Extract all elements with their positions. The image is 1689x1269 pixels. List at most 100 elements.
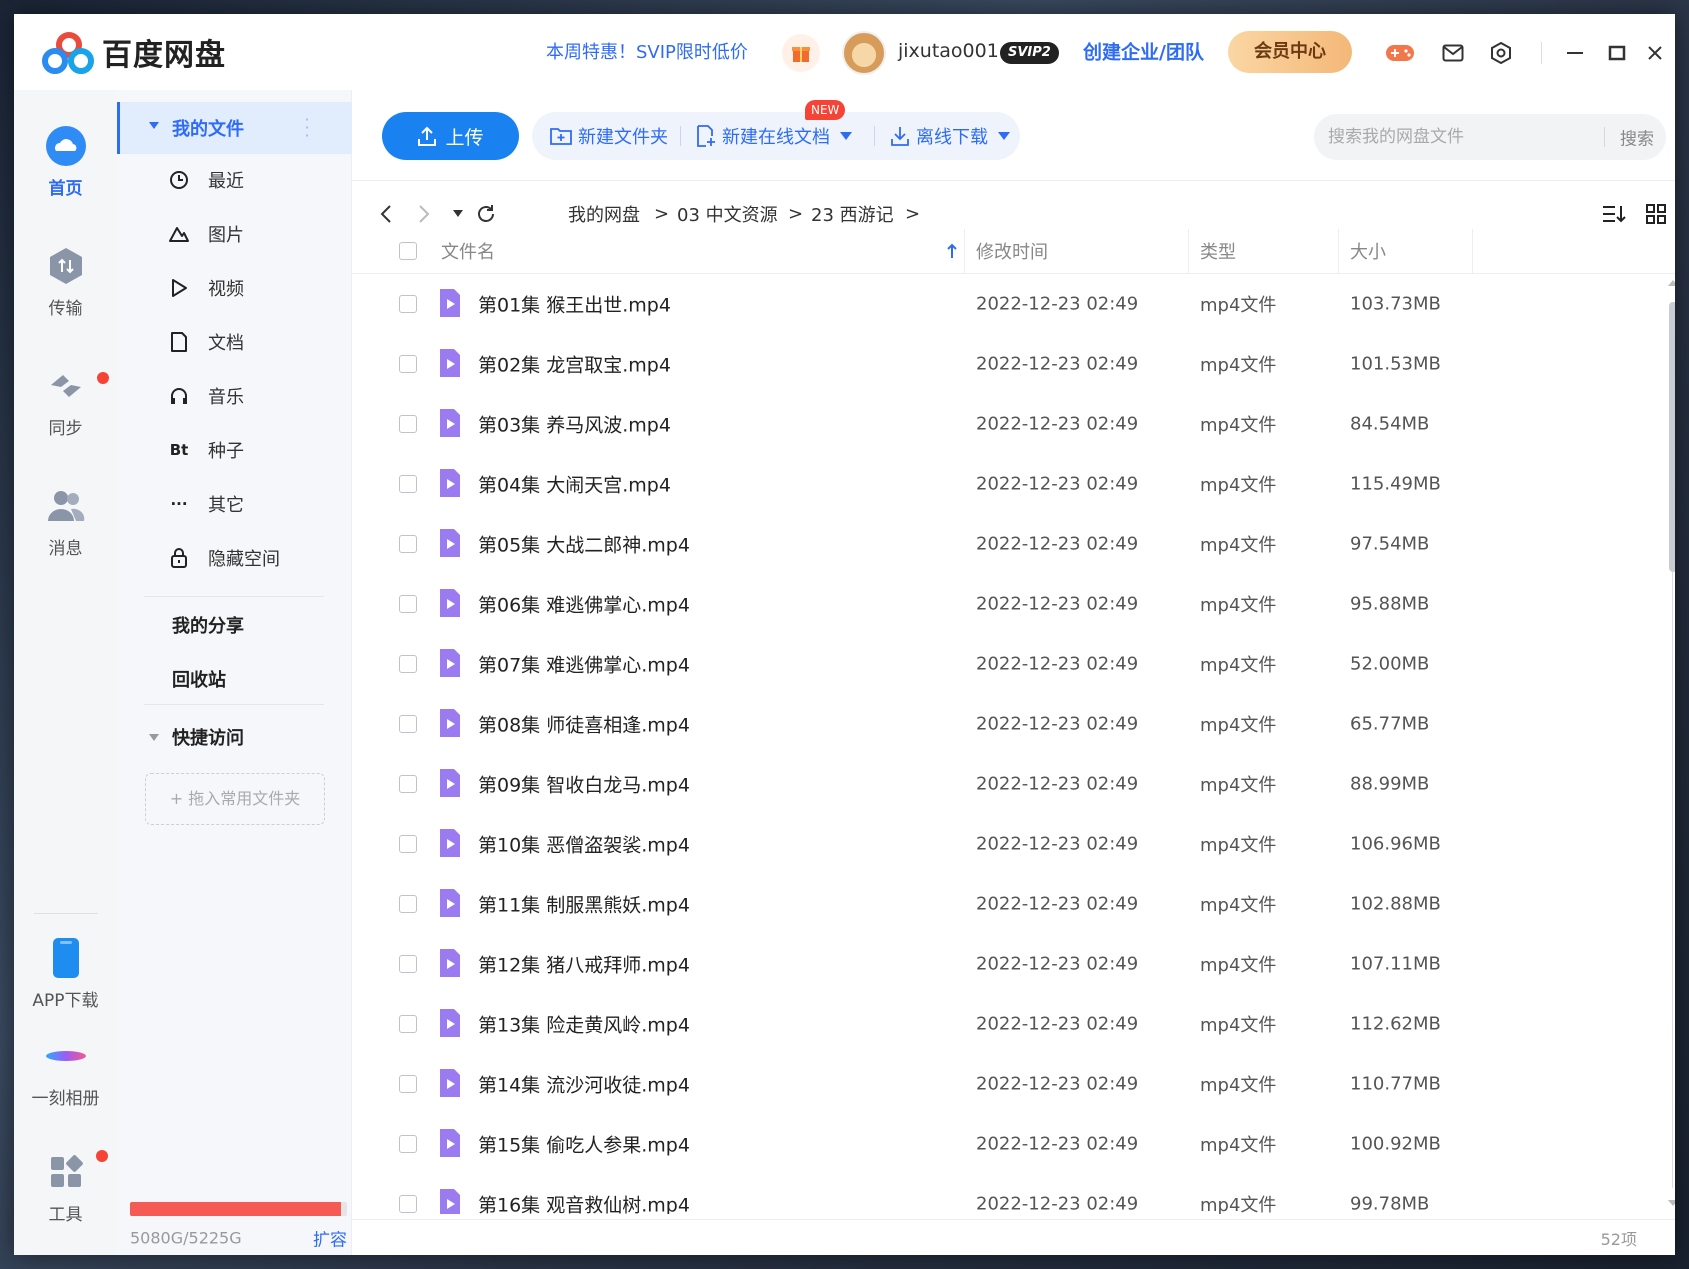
file-name[interactable]: 第03集 养马风波.mp4 xyxy=(478,411,671,438)
scroll-up-icon[interactable] xyxy=(1668,280,1675,286)
table-row[interactable]: 第10集 恶僧盗袈裟.mp4 2022-12-23 02:49 mp4文件 106.9… xyxy=(352,814,1652,874)
column-divider[interactable] xyxy=(1472,229,1473,274)
table-row[interactable]: 第08集 师徒喜相逢.mp4 2022-12-23 02:49 mp4文件 65.77… xyxy=(352,694,1652,754)
breadcrumb-root[interactable]: 我的网盘 xyxy=(568,201,640,227)
grid-view-icon[interactable] xyxy=(1642,200,1670,228)
offline-download-button[interactable]: 离线下载 xyxy=(890,112,1010,160)
table-row[interactable]: 第09集 智收白龙马.mp4 2022-12-23 02:49 mp4文件 88.99… xyxy=(352,754,1652,814)
file-name[interactable]: 第08集 师徒喜相逢.mp4 xyxy=(478,711,690,738)
sidebar-item-music[interactable]: 音乐 xyxy=(117,376,352,416)
file-name[interactable]: 第10集 恶僧盗袈裟.mp4 xyxy=(478,831,690,858)
row-checkbox[interactable] xyxy=(399,895,417,913)
row-checkbox[interactable] xyxy=(399,355,417,373)
promo-link[interactable]: 本周特惠！SVIP限时低价 xyxy=(546,38,748,64)
table-row[interactable]: 第12集 猪八戒拜师.mp4 2022-12-23 02:49 mp4文件 107.1… xyxy=(352,934,1652,994)
file-name[interactable]: 第09集 智收白龙马.mp4 xyxy=(478,771,690,798)
table-row[interactable]: 第04集 大闹天宫.mp4 2022-12-23 02:49 mp4文件 115.49… xyxy=(352,454,1652,514)
quick-access-caret-icon[interactable] xyxy=(149,734,159,741)
row-checkbox[interactable] xyxy=(399,415,417,433)
sidebar-my-share[interactable]: 我的分享 xyxy=(172,612,244,638)
sidebar-recycle-bin[interactable]: 回收站 xyxy=(172,666,226,692)
row-checkbox[interactable] xyxy=(399,655,417,673)
scrollbar-thumb[interactable] xyxy=(1669,302,1675,572)
column-header-time[interactable]: 修改时间 xyxy=(976,238,1048,264)
sidebar-item-other[interactable]: ··· 其它 xyxy=(117,484,352,524)
table-row[interactable]: 第16集 观音救仙树.mp4 2022-12-23 02:49 mp4文件 99.78… xyxy=(352,1174,1652,1214)
row-checkbox[interactable] xyxy=(399,715,417,733)
scrollbar-track[interactable] xyxy=(1672,572,1673,1188)
row-checkbox[interactable] xyxy=(399,1135,417,1153)
file-name[interactable]: 第15集 偷吃人参果.mp4 xyxy=(478,1131,690,1158)
sidebar-item-documents[interactable]: 文档 xyxy=(117,322,352,362)
collapse-caret-icon[interactable] xyxy=(149,122,159,129)
table-row[interactable]: 第11集 制服黑熊妖.mp4 2022-12-23 02:49 mp4文件 102.8… xyxy=(352,874,1652,934)
sidebar-item-torrent[interactable]: Bt 种子 xyxy=(117,430,352,470)
sidebar-my-files[interactable]: 我的文件 · · · xyxy=(117,102,352,154)
row-checkbox[interactable] xyxy=(399,475,417,493)
column-header-type[interactable]: 类型 xyxy=(1200,238,1236,264)
sidebar-item-hidden-space[interactable]: 隐藏空间 xyxy=(117,538,352,578)
breadcrumb-item[interactable]: 03 中文资源 xyxy=(677,201,778,227)
scroll-down-icon[interactable] xyxy=(1668,1200,1675,1206)
close-icon[interactable] xyxy=(1640,38,1670,68)
maximize-icon[interactable] xyxy=(1602,38,1632,68)
row-checkbox[interactable] xyxy=(399,1195,417,1213)
username[interactable]: jixutao001 xyxy=(898,40,999,62)
row-checkbox[interactable] xyxy=(399,1015,417,1033)
create-enterprise-link[interactable]: 创建企业/团队 xyxy=(1083,38,1204,65)
search-input[interactable] xyxy=(1328,114,1598,160)
sort-ascending-icon[interactable] xyxy=(942,241,962,261)
table-row[interactable]: 第02集 龙宫取宝.mp4 2022-12-23 02:49 mp4文件 101.53… xyxy=(352,334,1652,394)
column-divider[interactable] xyxy=(1188,229,1189,274)
vip-center-button[interactable]: 会员中心 xyxy=(1228,31,1352,73)
file-name[interactable]: 第01集 猴王出世.mp4 xyxy=(478,291,671,318)
file-name[interactable]: 第05集 大战二郎神.mp4 xyxy=(478,531,690,558)
table-row[interactable]: 第05集 大战二郎神.mp4 2022-12-23 02:49 mp4文件 97.54… xyxy=(352,514,1652,574)
minimize-icon[interactable] xyxy=(1560,38,1590,68)
refresh-icon[interactable] xyxy=(472,200,500,228)
row-checkbox[interactable] xyxy=(399,775,417,793)
sidebar-quick-access[interactable]: 快捷访问 xyxy=(172,724,244,750)
nav-messages[interactable]: 消息 xyxy=(14,484,117,559)
nav-transfer[interactable]: 传输 xyxy=(14,244,117,319)
file-name[interactable]: 第12集 猪八戒拜师.mp4 xyxy=(478,951,690,978)
table-row[interactable]: 第15集 偷吃人参果.mp4 2022-12-23 02:49 mp4文件 100.9… xyxy=(352,1114,1652,1174)
table-row[interactable]: 第13集 险走黄风岭.mp4 2022-12-23 02:49 mp4文件 112.6… xyxy=(352,994,1652,1054)
column-header-size[interactable]: 大小 xyxy=(1350,238,1386,264)
row-checkbox[interactable] xyxy=(399,835,417,853)
history-dropdown-icon[interactable] xyxy=(444,200,472,228)
file-name[interactable]: 第16集 观音救仙树.mp4 xyxy=(478,1191,690,1215)
forward-icon[interactable] xyxy=(410,200,438,228)
nav-album[interactable]: 一刻相册 xyxy=(14,1034,117,1109)
file-name[interactable]: 第04集 大闹天宫.mp4 xyxy=(478,471,671,498)
file-name[interactable]: 第14集 流沙河收徒.mp4 xyxy=(478,1071,690,1098)
mail-icon[interactable] xyxy=(1438,38,1468,68)
select-all-checkbox[interactable] xyxy=(399,242,417,260)
sort-icon[interactable] xyxy=(1600,200,1628,228)
more-vertical-icon[interactable]: · · · xyxy=(304,112,310,144)
breadcrumb-current[interactable]: 23 西游记 xyxy=(811,201,894,227)
back-icon[interactable] xyxy=(372,200,400,228)
drop-folder-zone[interactable]: + 拖入常用文件夹 xyxy=(145,773,325,825)
new-folder-button[interactable]: 新建文件夹 xyxy=(550,112,668,160)
row-checkbox[interactable] xyxy=(399,535,417,553)
nav-home[interactable]: 首页 xyxy=(14,124,117,199)
column-divider[interactable] xyxy=(964,229,965,274)
table-row[interactable]: 第06集 难逃佛掌心.mp4 2022-12-23 02:49 mp4文件 95.88… xyxy=(352,574,1652,634)
row-checkbox[interactable] xyxy=(399,955,417,973)
sidebar-item-images[interactable]: 图片 xyxy=(117,214,352,254)
file-name[interactable]: 第11集 制服黑熊妖.mp4 xyxy=(478,891,690,918)
expand-storage-link[interactable]: 扩容 xyxy=(313,1226,347,1251)
gift-icon[interactable] xyxy=(782,34,820,72)
search-button[interactable]: 搜索 xyxy=(1614,125,1660,150)
upload-button[interactable]: 上传 xyxy=(382,112,519,160)
sidebar-item-videos[interactable]: 视频 xyxy=(117,268,352,308)
file-name[interactable]: 第06集 难逃佛掌心.mp4 xyxy=(478,591,690,618)
table-row[interactable]: 第14集 流沙河收徒.mp4 2022-12-23 02:49 mp4文件 110.7… xyxy=(352,1054,1652,1114)
avatar[interactable] xyxy=(842,31,886,75)
gamepad-icon[interactable] xyxy=(1385,38,1415,68)
file-name[interactable]: 第02集 龙宫取宝.mp4 xyxy=(478,351,671,378)
column-header-name[interactable]: 文件名 xyxy=(441,238,495,264)
file-name[interactable]: 第13集 险走黄风岭.mp4 xyxy=(478,1011,690,1038)
nav-app-download[interactable]: APP下载 xyxy=(14,936,117,1011)
